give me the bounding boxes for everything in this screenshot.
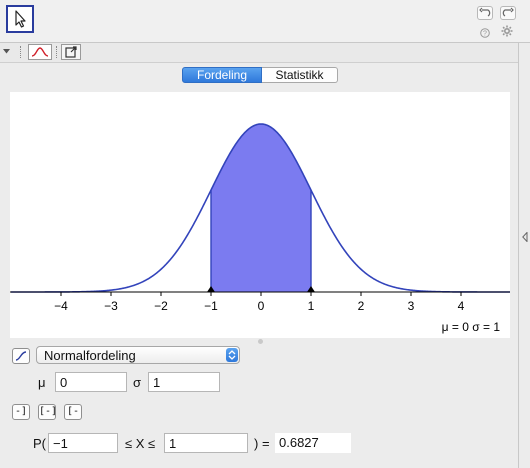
splitter-handle[interactable] [258, 339, 263, 344]
lower-bound-input[interactable]: −1 [48, 433, 118, 453]
svg-text:?: ? [483, 31, 487, 38]
toolbar-separator [20, 46, 22, 58]
undo-icon [479, 7, 491, 17]
probability-result: 0.6827 [275, 433, 351, 453]
export-icon [65, 46, 77, 58]
mu-label: μ [38, 375, 46, 390]
x-tick-label: 3 [408, 299, 415, 313]
x-tick-label: 1 [308, 299, 315, 313]
x-tick-label: −4 [54, 299, 68, 313]
distribution-view-button[interactable] [28, 44, 52, 60]
toolbar-separator [56, 46, 58, 58]
distribution-plot[interactable]: −4 −3 −2 −1 0 1 2 3 4 μ = 0 σ = 1 [10, 92, 510, 338]
redo-icon [502, 7, 514, 17]
main-toolbar [0, 0, 530, 43]
probability-open-label: P( [33, 436, 46, 451]
mu-input[interactable]: 0 [55, 372, 127, 392]
move-tool-button[interactable] [6, 5, 34, 33]
collapse-triangle-icon[interactable] [3, 44, 11, 54]
upper-bound-input[interactable]: 1 [164, 433, 248, 453]
x-tick-label: −3 [104, 299, 118, 313]
interval-probability-button[interactable]: [-] [38, 404, 57, 420]
help-icon[interactable]: ? [480, 26, 490, 38]
distribution-select-value: Normalfordeling [44, 348, 136, 363]
gear-icon[interactable] [501, 25, 513, 37]
parameters-label: μ = 0 σ = 1 [442, 320, 501, 334]
tab-fordeling[interactable]: Fordeling [182, 67, 262, 83]
x-tick-label: 2 [358, 299, 365, 313]
side-panel-arrow-icon[interactable] [522, 230, 528, 243]
x-tick-label: −2 [154, 299, 168, 313]
right-sided-probability-button[interactable]: [- [64, 404, 82, 420]
redo-button[interactable] [500, 6, 516, 20]
equals-label: ) = [254, 436, 270, 451]
left-sided-probability-button[interactable]: -] [12, 404, 30, 420]
sigma-label: σ [133, 375, 142, 390]
x-tick-label: 0 [258, 299, 265, 313]
arrow-cursor-icon [15, 10, 26, 28]
inequality-label: ≤ X ≤ [125, 436, 156, 451]
bell-curve-icon [31, 47, 49, 57]
cumulative-toggle-button[interactable] [12, 348, 30, 364]
panel-border [518, 43, 519, 468]
undo-button[interactable] [477, 6, 493, 20]
shaded-probability-area [211, 124, 311, 292]
x-tick-label: 4 [458, 299, 465, 313]
select-arrows-icon[interactable] [226, 348, 238, 362]
normal-curve-chart: −4 −3 −2 −1 0 1 2 3 4 μ = 0 σ = 1 [10, 123, 510, 334]
x-tick-label: −1 [204, 299, 218, 313]
tab-statistikk[interactable]: Statistikk [262, 67, 338, 83]
cumulative-curve-icon [15, 351, 27, 361]
sigma-input[interactable]: 1 [148, 372, 220, 392]
export-button[interactable] [61, 44, 81, 60]
